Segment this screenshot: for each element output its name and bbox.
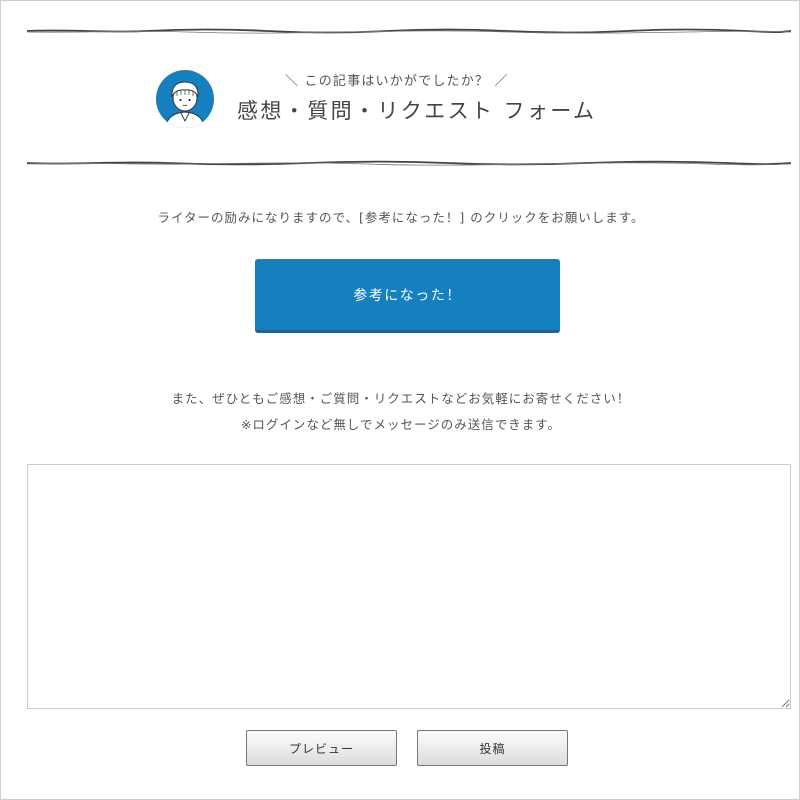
message-textarea[interactable] <box>27 464 791 709</box>
section-title: 感想・質問・リクエスト フォーム <box>237 99 597 123</box>
feedback-panel: ＼ この記事はいかがでしたか？ ／ 感想・質問・リクエスト フォーム ライターの… <box>0 0 800 800</box>
preview-button[interactable]: プレビュー <box>246 730 397 766</box>
bottom-divider <box>27 160 791 166</box>
helpful-button[interactable]: 参考になった！ <box>255 259 560 333</box>
top-divider <box>27 28 791 34</box>
writer-avatar-icon <box>156 70 214 128</box>
submit-button[interactable]: 投稿 <box>417 730 568 766</box>
invitation-text: また、ぜひともご感想・ご質問・リクエストなどお気軽にお寄せください！ <box>171 391 631 406</box>
request-message: ライターの励みになりますので、[参考になった！] のクリックをお願いします。 <box>157 210 645 225</box>
no-login-note: ※ログインなど無しでメッセージのみ送信できます。 <box>240 417 562 432</box>
section-subtitle: ＼ この記事はいかがでしたか？ ／ <box>285 74 509 89</box>
